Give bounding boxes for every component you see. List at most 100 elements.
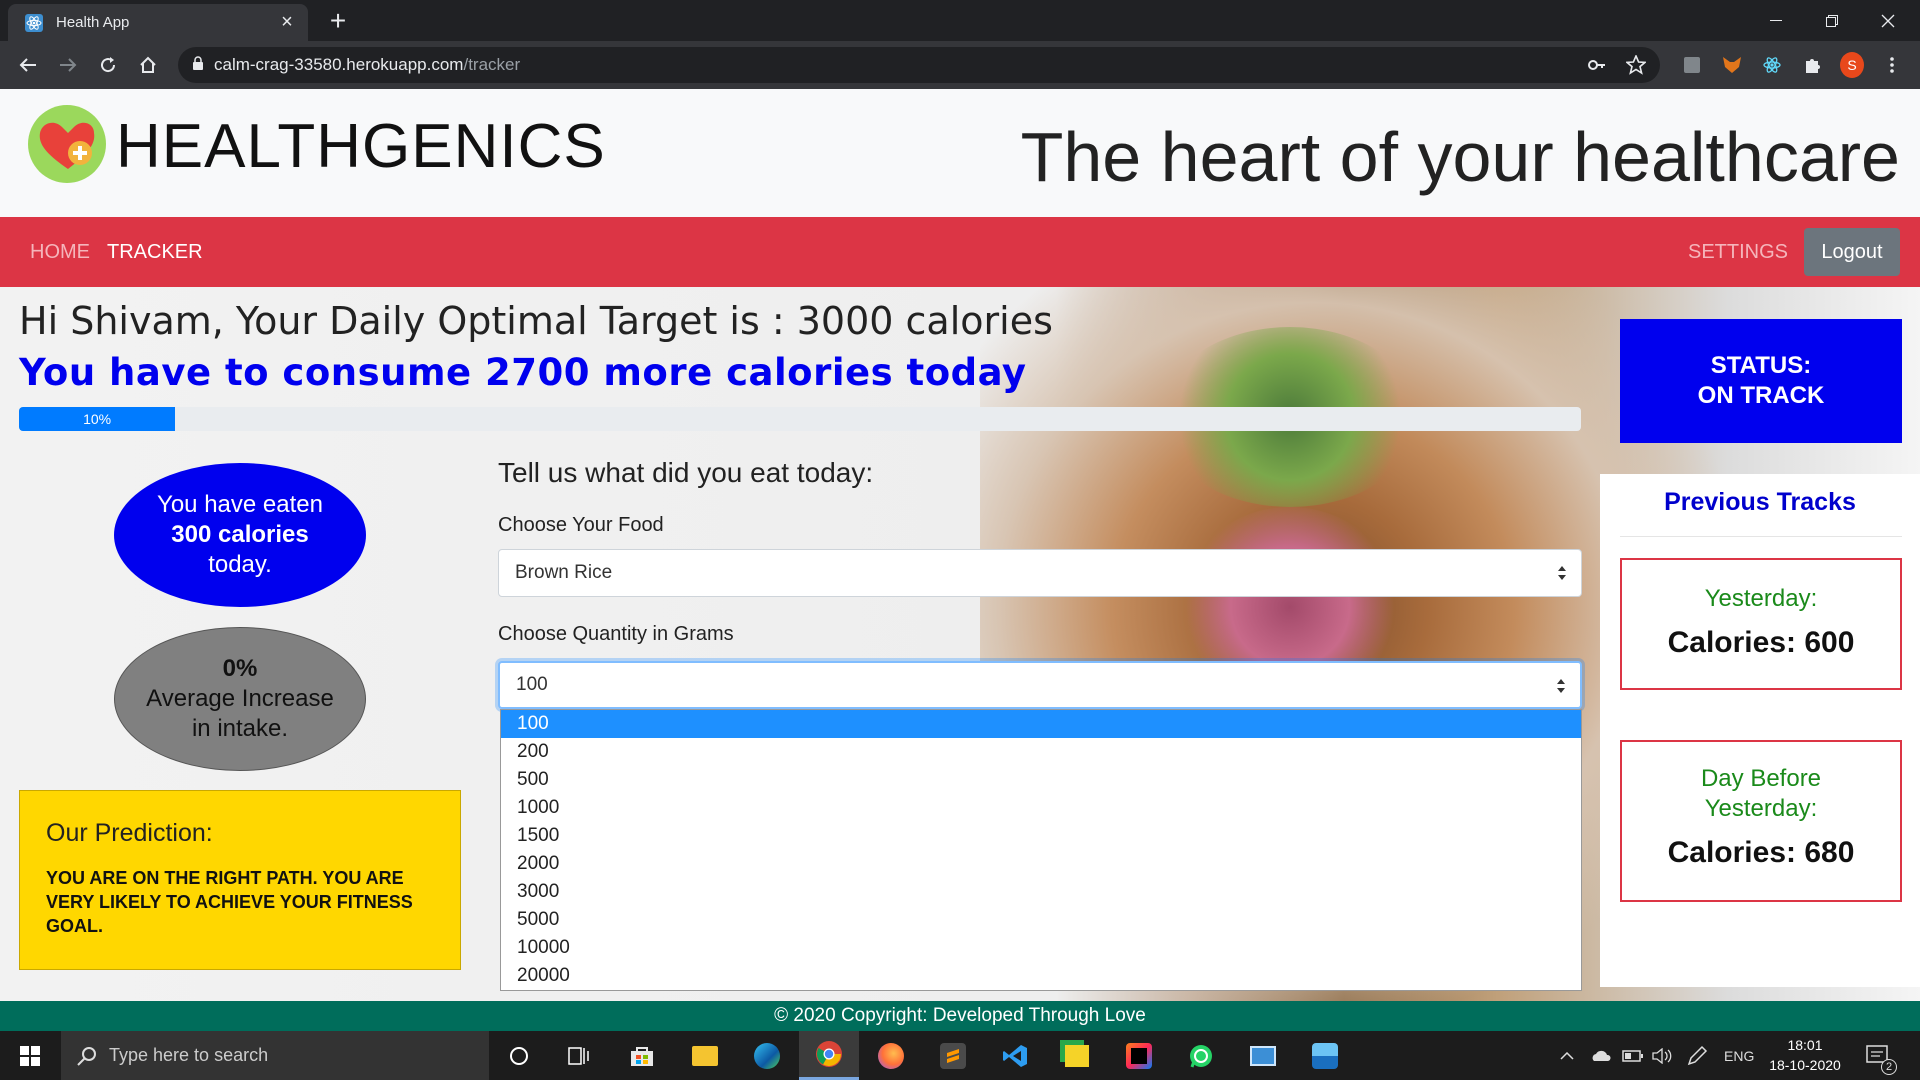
browser-toolbar: calm-crag-33580.herokuapp.com/tracker S (0, 41, 1920, 89)
sticky-notes-icon[interactable] (1047, 1031, 1107, 1080)
eaten-line-1: You have eaten (157, 491, 323, 518)
avg-line-2: Average Increase (146, 685, 334, 712)
quantity-option[interactable]: 10000 (501, 934, 1581, 962)
main-navbar: HOME TRACKER SETTINGS Logout (0, 217, 1920, 287)
chrome-menu-icon[interactable] (1880, 53, 1904, 77)
tab-title: Health App (56, 14, 130, 31)
metamask-fox-icon[interactable] (1720, 53, 1744, 77)
quantity-option[interactable]: 1000 (501, 794, 1581, 822)
quantity-option[interactable]: 200 (501, 738, 1581, 766)
search-icon (77, 1046, 97, 1071)
restore-button[interactable] (1804, 0, 1860, 41)
track-daybefore-label-2: Yesterday: (1704, 795, 1818, 822)
track-yesterday-label: Yesterday: (1704, 585, 1818, 612)
react-devtools-icon[interactable] (1760, 53, 1784, 77)
volume-icon[interactable] (1652, 1031, 1672, 1080)
store-icon[interactable] (612, 1031, 672, 1080)
extensions-puzzle-icon[interactable] (1800, 53, 1824, 77)
prediction-card: Our Prediction: YOU ARE ON THE RIGHT PAT… (19, 790, 461, 970)
extension-copy-icon[interactable] (1680, 53, 1704, 77)
edge-icon[interactable] (737, 1031, 797, 1080)
notification-count: 2 (1881, 1059, 1897, 1075)
nav-settings-link[interactable]: SETTINGS (1688, 241, 1788, 264)
quantity-select[interactable]: 100 (498, 661, 1582, 709)
eaten-line-2: 300 calories (171, 521, 309, 548)
web-page: HEALTHGENICS The heart of your healthcar… (0, 89, 1920, 1001)
previous-tracks-title: Previous Tracks (1664, 488, 1856, 516)
onedrive-cloud-icon[interactable] (1590, 1031, 1612, 1080)
photos-icon[interactable] (1295, 1031, 1355, 1080)
prediction-text: YOU ARE ON THE RIGHT PATH. YOU ARE VERY … (46, 868, 413, 936)
quantity-option[interactable]: 2000 (501, 850, 1581, 878)
file-explorer-icon[interactable] (675, 1031, 735, 1080)
reload-icon[interactable] (92, 49, 124, 81)
react-favicon-icon (24, 13, 44, 33)
site-footer: © 2020 Copyright: Developed Through Love (0, 1001, 1920, 1031)
site-header: HEALTHGENICS The heart of your healthcar… (0, 89, 1920, 217)
intellij-icon[interactable] (1109, 1031, 1169, 1080)
food-select[interactable]: Brown Rice (498, 549, 1582, 597)
status-badge: STATUS: ON TRACK (1620, 319, 1902, 443)
close-window-button[interactable] (1860, 0, 1916, 41)
new-tab-button[interactable]: + (324, 7, 352, 36)
input-language[interactable]: ENG (1724, 1031, 1754, 1080)
quantity-option[interactable]: 20000 (501, 962, 1581, 990)
eaten-line-3: today. (208, 551, 272, 578)
track-card-day-before: Day Before Yesterday: Calories: 680 (1620, 740, 1902, 902)
lock-icon (192, 55, 204, 75)
browser-tabbar: Health App × + (0, 0, 1920, 41)
calorie-progress: 10% (19, 407, 1581, 431)
food-select-label: Choose Your Food (498, 514, 664, 536)
home-icon[interactable] (132, 49, 164, 81)
calories-eaten-bubble: You have eaten 300 calories today. (114, 463, 366, 607)
average-increase-bubble: 0% Average Increase in intake. (114, 627, 366, 771)
tab-close-icon[interactable]: × (276, 11, 298, 34)
windows-start-icon[interactable] (0, 1031, 60, 1080)
forward-arrow-icon[interactable] (52, 49, 84, 81)
url-host: calm-crag-33580.herokuapp.com (214, 55, 464, 74)
whatsapp-icon[interactable] (1171, 1031, 1231, 1080)
quantity-option[interactable]: 100 (501, 710, 1581, 738)
vscode-icon[interactable] (985, 1031, 1045, 1080)
address-bar[interactable]: calm-crag-33580.herokuapp.com/tracker (178, 47, 1660, 83)
logout-button[interactable]: Logout (1804, 228, 1900, 276)
select-caret-icon (1558, 566, 1566, 580)
status-value: ON TRACK (1697, 382, 1825, 409)
cortana-icon[interactable] (489, 1031, 549, 1080)
remaining-calories-message: You have to consume 2700 more calories t… (19, 351, 1027, 394)
clock-date: 18-10-2020 (1769, 1057, 1841, 1073)
chrome-icon[interactable] (799, 1031, 859, 1080)
bookmark-star-icon[interactable] (1624, 53, 1648, 80)
firefox-icon[interactable] (861, 1031, 921, 1080)
heart-logo-icon[interactable] (28, 105, 106, 183)
select-caret-icon (1557, 679, 1565, 693)
track-daybefore-label-1: Day Before (1700, 765, 1822, 792)
brand-name[interactable]: HEALTHGENICS (116, 111, 606, 182)
notifications-icon[interactable]: 2 (1866, 1031, 1897, 1080)
quantity-option[interactable]: 5000 (501, 906, 1581, 934)
system-clock[interactable]: 18:01 18-10-2020 (1762, 1035, 1848, 1075)
quantity-option[interactable]: 3000 (501, 878, 1581, 906)
minimize-button[interactable] (1748, 0, 1804, 41)
profile-avatar[interactable]: S (1840, 52, 1864, 78)
task-view-icon[interactable] (549, 1031, 609, 1080)
back-arrow-icon[interactable] (12, 49, 44, 81)
key-icon[interactable] (1588, 56, 1606, 79)
quantity-option[interactable]: 1500 (501, 822, 1581, 850)
track-daybefore-calories: Calories: 680 (1667, 836, 1855, 869)
browser-tab[interactable]: Health App × (8, 4, 308, 41)
url-path: /tracker (463, 55, 521, 74)
quantity-option[interactable]: 500 (501, 766, 1581, 794)
nav-home-link[interactable]: HOME (30, 241, 90, 264)
avg-line-3: in intake. (191, 715, 289, 742)
track-card-yesterday: Yesterday: Calories: 600 (1620, 558, 1902, 690)
tray-chevron-icon[interactable] (1560, 1031, 1574, 1080)
taskbar-search-input[interactable]: Type here to search (61, 1031, 489, 1080)
nav-tracker-link[interactable]: TRACKER (107, 241, 203, 264)
quantity-dropdown-list: 100 200 500 1000 1500 2000 3000 5000 10000 20000 (500, 709, 1582, 991)
sublime-text-icon[interactable] (923, 1031, 983, 1080)
pen-workspace-icon[interactable] (1686, 1031, 1708, 1080)
previous-tracks-panel: Previous Tracks Yesterday: Calories: 600… (1600, 474, 1920, 987)
battery-icon[interactable] (1622, 1031, 1644, 1080)
control-panel-icon[interactable] (1233, 1031, 1293, 1080)
